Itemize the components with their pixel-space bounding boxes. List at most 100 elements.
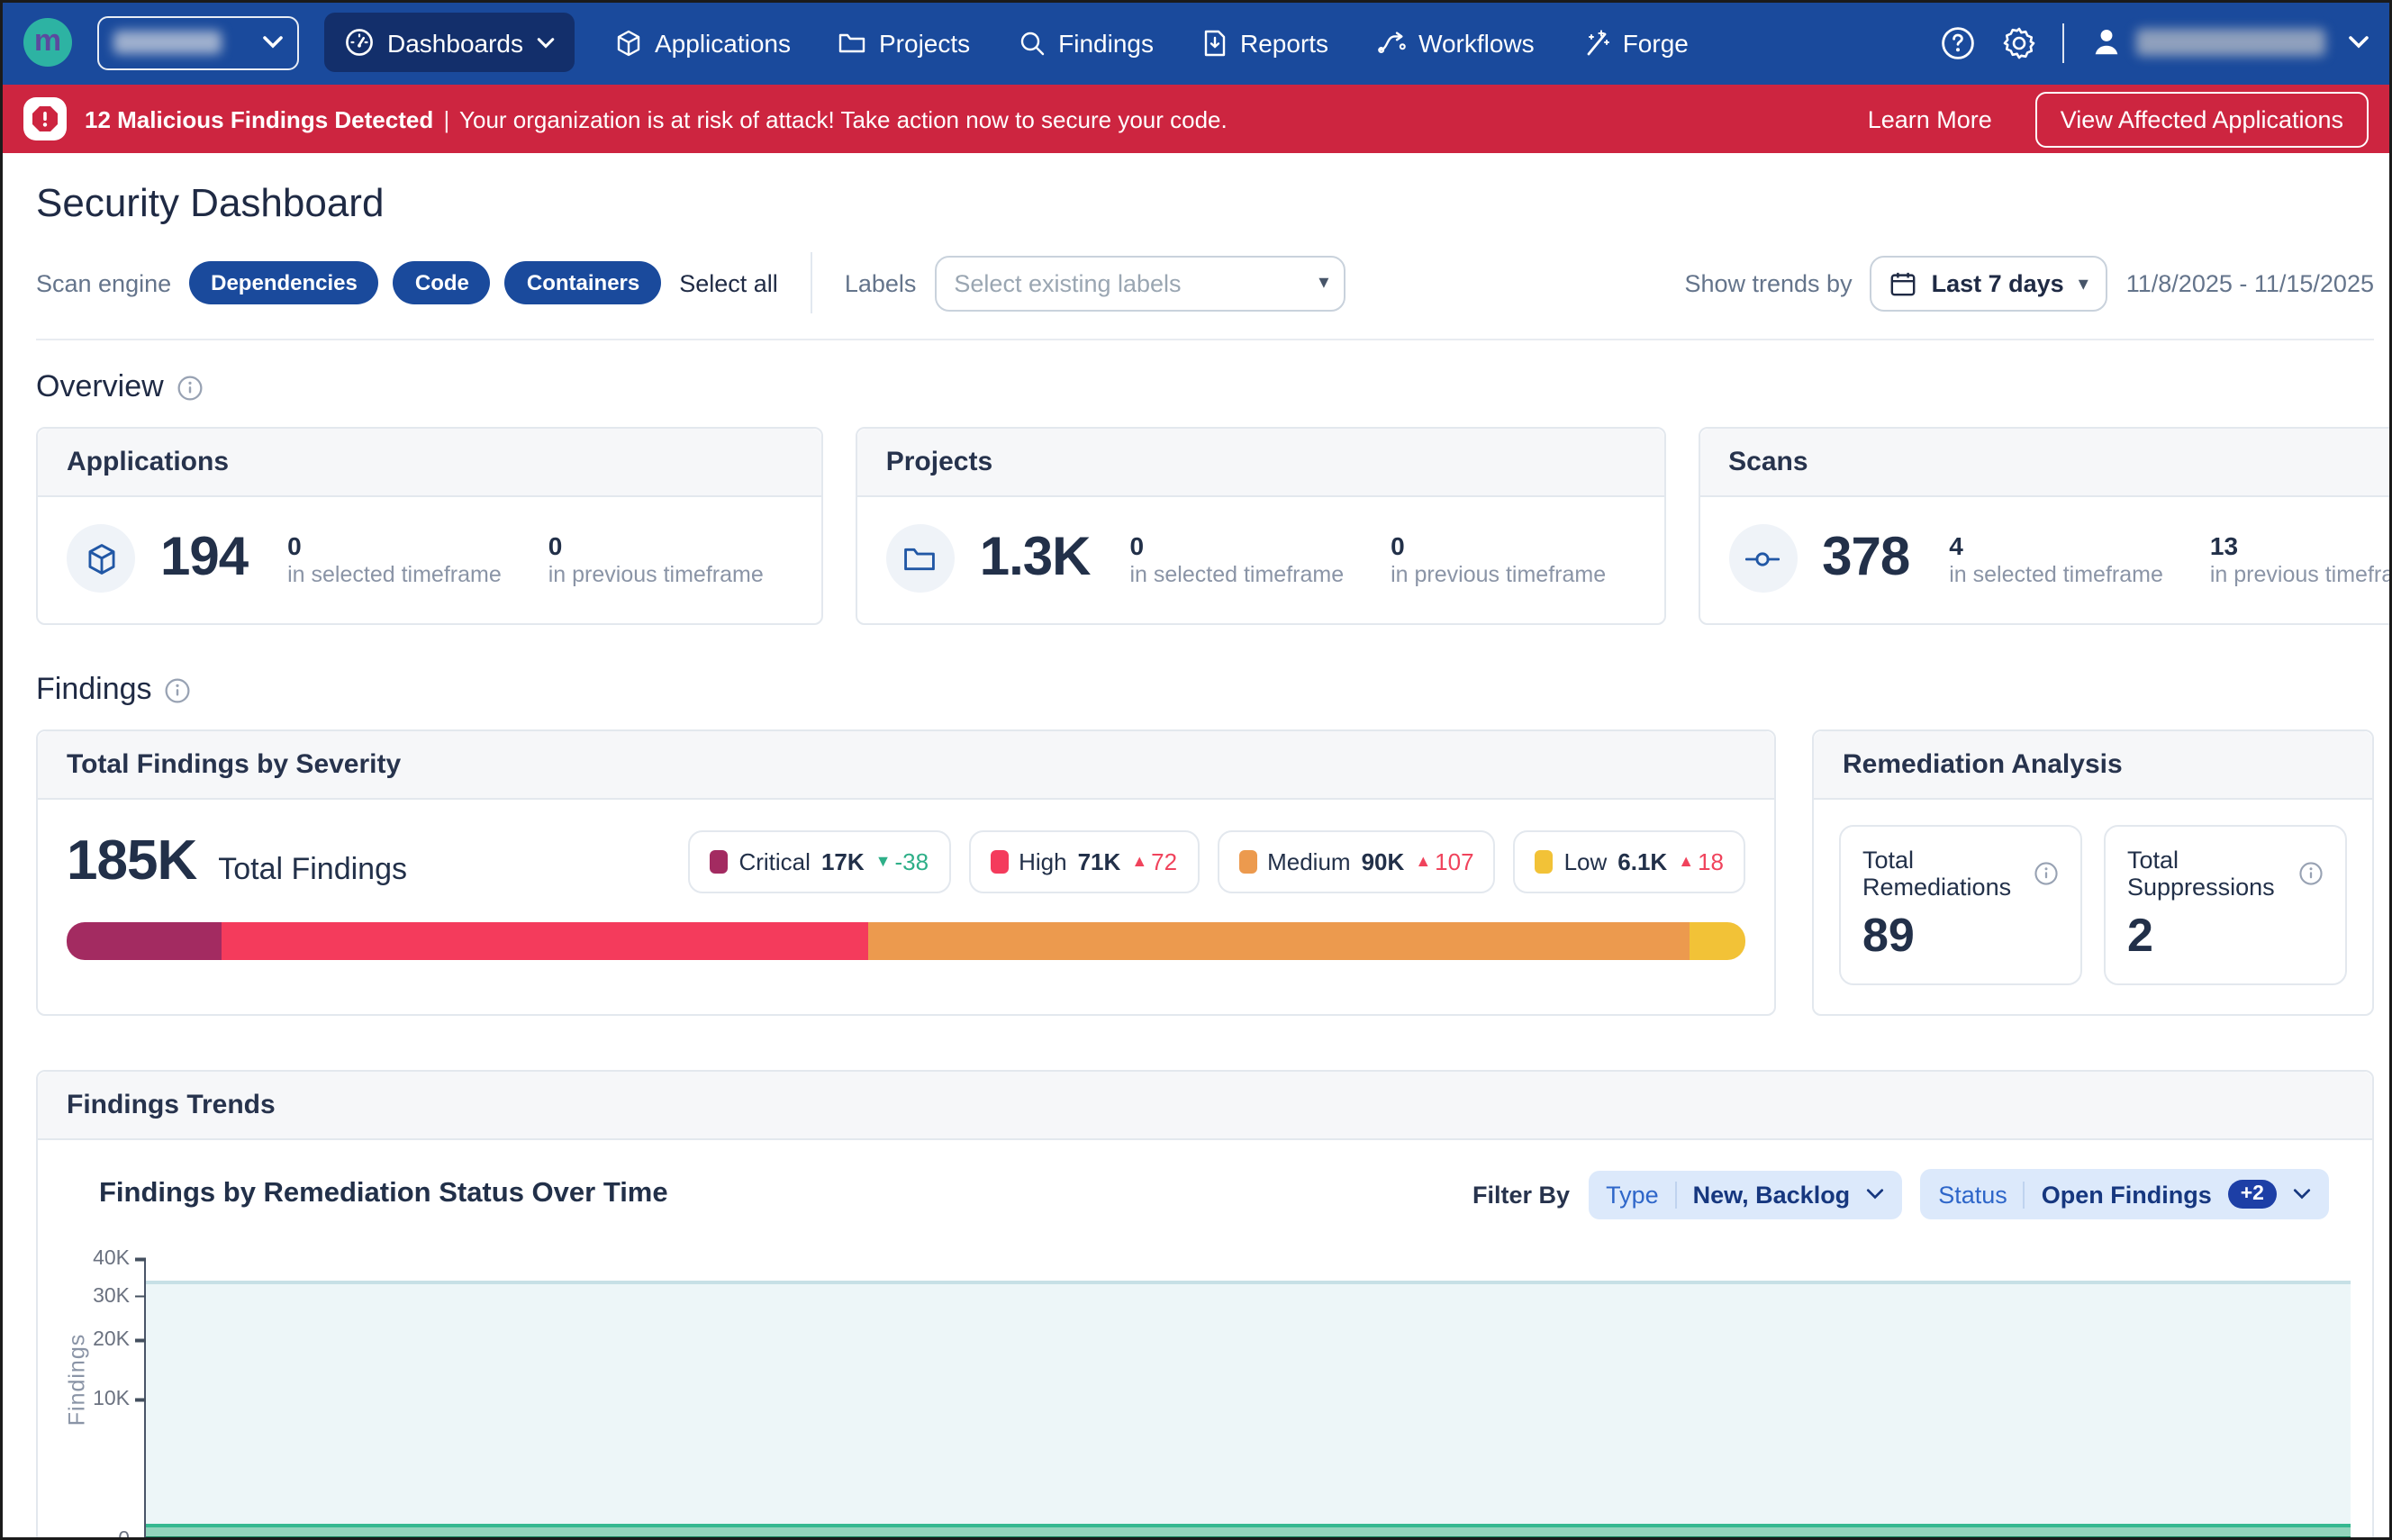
projects-total: 1.3K — [980, 528, 1091, 589]
nav-item-label: Findings — [1058, 28, 1154, 57]
dashboard-filter-bar: Scan engine Dependencies Code Containers… — [36, 252, 2374, 313]
trend-range-value: Last 7 days — [1932, 269, 2064, 296]
nav-item-reports[interactable]: Reports — [1201, 28, 1328, 57]
chevron-down-icon — [263, 36, 283, 49]
nav-item-label: Applications — [655, 28, 791, 57]
card-title: Findings Trends — [38, 1072, 2372, 1140]
search-icon — [1017, 28, 1046, 57]
scan-engine-chip-containers[interactable]: Containers — [505, 261, 661, 304]
alert-message: Your organization is at risk of attack! … — [459, 105, 1228, 132]
severity-chip-low[interactable]: Low 6.1K ▲18 — [1514, 829, 1745, 892]
status-count-badge: +2 — [2228, 1180, 2277, 1209]
card-title: Applications — [38, 429, 821, 497]
nav-item-label: Workflows — [1418, 28, 1535, 57]
bar-segment-high — [221, 922, 869, 960]
card-title: Remediation Analysis — [1814, 731, 2372, 800]
scan-engine-chip-code[interactable]: Code — [394, 261, 491, 304]
alert-title: 12 Malicious Findings Detected — [85, 105, 433, 132]
chevron-down-icon — [1866, 1189, 1884, 1200]
alert-text: 12 Malicious Findings Detected | Your or… — [85, 105, 1228, 132]
nav-dashboards-label: Dashboards — [387, 28, 523, 57]
total-findings-by-severity-card: Total Findings by Severity 185K Total Fi… — [36, 729, 1776, 1016]
filter-by-label: Filter By — [1472, 1181, 1570, 1208]
y-tick: 0 — [118, 1529, 130, 1540]
findings-section-title: Findings — [36, 672, 152, 708]
select-all-link[interactable]: Select all — [679, 269, 778, 296]
overview-section-title: Overview — [36, 369, 164, 405]
severity-chip-medium[interactable]: Medium 90K ▲107 — [1217, 829, 1495, 892]
low-swatch — [1536, 849, 1554, 873]
nav-item-forge[interactable]: Forge — [1581, 28, 1689, 57]
nav-item-findings[interactable]: Findings — [1017, 28, 1154, 57]
wand-icon — [1581, 28, 1610, 57]
chart-title: Findings by Remediation Status Over Time — [99, 1178, 668, 1210]
caret-down-icon: ▾ — [2079, 271, 2088, 294]
user-icon — [2089, 25, 2124, 59]
divider — [2024, 1181, 2025, 1208]
remediation-status-chart: Findings 40K 30K 20K 10K 0 — [52, 1259, 2358, 1540]
total-suppressions-value: 2 — [2127, 908, 2324, 964]
help-icon[interactable] — [1940, 24, 1976, 60]
brand-logo[interactable]: m — [23, 18, 72, 67]
view-affected-applications-button[interactable]: View Affected Applications — [2035, 91, 2369, 147]
gear-icon[interactable] — [2001, 24, 2037, 60]
labels-input[interactable] — [934, 255, 1345, 311]
total-findings-label: Total Findings — [218, 852, 407, 888]
scan-engine-label: Scan engine — [36, 269, 171, 296]
type-filter-select[interactable]: Type New, Backlog — [1588, 1170, 1902, 1218]
trend-range-select[interactable]: Last 7 days ▾ — [1871, 255, 2108, 311]
user-name-redacted — [2136, 29, 2325, 56]
user-menu[interactable] — [2089, 25, 2369, 59]
alert-icon — [23, 97, 67, 140]
bar-segment-low — [1690, 922, 1745, 960]
show-trends-label: Show trends by — [1684, 269, 1852, 296]
stat-previous-timeframe: 13 in previous timeframe — [2210, 530, 2392, 586]
scan-engine-chip-dependencies[interactable]: Dependencies — [189, 261, 379, 304]
cube-icon — [613, 28, 642, 57]
folder-icon — [838, 28, 866, 57]
info-icon[interactable] — [165, 676, 192, 703]
open-findings-series — [146, 1281, 2351, 1540]
high-swatch — [990, 849, 1008, 873]
nav-item-label: Projects — [879, 28, 970, 57]
learn-more-link[interactable]: Learn More — [1868, 105, 1992, 132]
nav-item-workflows[interactable]: Workflows — [1375, 28, 1535, 57]
info-icon[interactable] — [177, 374, 204, 401]
status-filter-select[interactable]: Status Open Findings +2 — [1920, 1169, 2329, 1219]
chevron-down-icon — [536, 37, 554, 48]
workflow-icon — [1375, 28, 1406, 57]
card-title: Projects — [857, 429, 1663, 497]
stat-previous-timeframe: 0 in previous timeframe — [548, 530, 764, 586]
stat-selected-timeframe: 0 in selected timeframe — [1130, 530, 1345, 586]
nav-item-applications[interactable]: Applications — [613, 28, 791, 57]
bar-segment-critical — [67, 922, 221, 960]
alert-separator: | — [443, 105, 449, 132]
chart-plot-area: 40K 30K 20K 10K 0 2025-11-09 2025-11-10 … — [144, 1259, 2351, 1540]
info-icon[interactable] — [2034, 861, 2059, 886]
nav-item-label: Reports — [1240, 28, 1328, 57]
stat-selected-timeframe: 0 in selected timeframe — [287, 530, 502, 586]
gauge-icon — [344, 27, 375, 58]
stat-previous-timeframe: 0 in previous timeframe — [1391, 530, 1606, 586]
organization-selector[interactable] — [97, 15, 299, 69]
total-suppressions-box: Total Suppressions 2 — [2104, 825, 2347, 985]
severity-chip-critical[interactable]: Critical 17K ▼-38 — [688, 829, 950, 892]
severity-chip-high[interactable]: High 71K ▲72 — [968, 829, 1199, 892]
divider — [36, 339, 2374, 340]
organization-name-redacted — [113, 31, 222, 54]
nav-dashboards-button[interactable]: Dashboards — [324, 13, 574, 72]
y-tick: 40K — [93, 1248, 130, 1270]
labels-select: ▾ — [934, 255, 1345, 311]
y-axis-label: Findings — [64, 1334, 89, 1427]
caret-down-icon[interactable]: ▾ — [1318, 269, 1328, 293]
card-title: Scans — [1699, 429, 2392, 497]
top-nav: m Dashboards Applications — [0, 0, 2392, 85]
card-title: Total Findings by Severity — [38, 731, 1774, 800]
divider — [2062, 23, 2064, 62]
overview-card-applications: Applications 194 0 in selected timeframe… — [36, 427, 823, 625]
info-icon[interactable] — [2298, 861, 2324, 886]
nav-item-projects[interactable]: Projects — [838, 28, 970, 57]
nav-menu: Applications Projects Findings Reports — [613, 28, 1689, 57]
scan-icon — [1728, 524, 1797, 593]
y-tick: 30K — [93, 1285, 130, 1307]
